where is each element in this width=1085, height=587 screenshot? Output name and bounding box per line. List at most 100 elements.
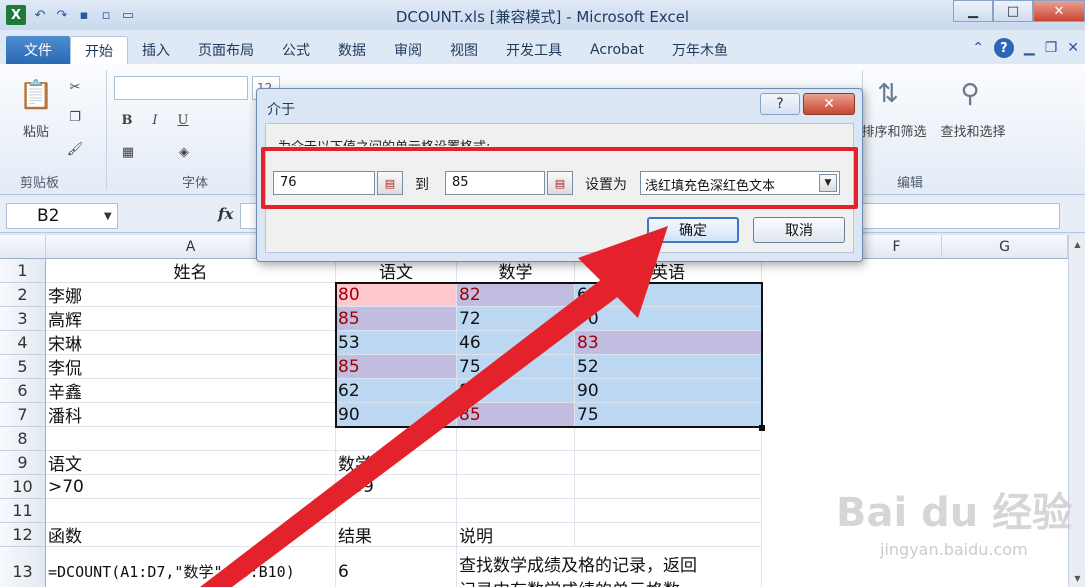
cell-c9[interactable] bbox=[457, 451, 575, 475]
cell-d4[interactable]: 83 bbox=[575, 331, 762, 355]
cell-d2[interactable]: 63 bbox=[575, 283, 762, 307]
cell-b9[interactable]: 数学 bbox=[336, 451, 457, 475]
tab-wannian-muyu[interactable]: 万年木鱼 bbox=[658, 36, 742, 64]
help-icon[interactable]: ? bbox=[993, 38, 1014, 58]
tab-insert[interactable]: 插入 bbox=[128, 36, 184, 64]
copy-icon[interactable]: ❐ bbox=[66, 108, 84, 126]
underline-button[interactable]: U bbox=[174, 110, 192, 130]
cell-a11[interactable] bbox=[46, 499, 336, 523]
cell-d3[interactable]: 70 bbox=[575, 307, 762, 331]
open-folder-icon[interactable]: ▭ bbox=[120, 7, 136, 23]
row-header[interactable]: 5 bbox=[0, 355, 46, 379]
redo-icon[interactable]: ↷ bbox=[54, 7, 70, 23]
cell-b2[interactable]: 80 bbox=[336, 283, 457, 307]
cell-a3[interactable]: 高辉 bbox=[46, 307, 336, 331]
undo-icon[interactable]: ↶ bbox=[32, 7, 48, 23]
dialog-help-button[interactable]: ? bbox=[760, 93, 800, 115]
chevron-down-icon[interactable]: ▼ bbox=[819, 174, 837, 192]
row-header[interactable]: 11 bbox=[0, 499, 46, 523]
minimize-button[interactable]: ▁ bbox=[953, 0, 993, 22]
cell-b1[interactable]: 语文 bbox=[336, 259, 457, 283]
tab-acrobat[interactable]: Acrobat bbox=[576, 36, 658, 64]
name-box-dropdown-icon[interactable]: ▼ bbox=[104, 211, 112, 222]
cell-c4[interactable]: 46 bbox=[457, 331, 575, 355]
cell-c8[interactable] bbox=[457, 427, 575, 451]
tab-review[interactable]: 审阅 bbox=[380, 36, 436, 64]
cell-d8[interactable] bbox=[575, 427, 762, 451]
cell-c7[interactable]: 85 bbox=[457, 403, 575, 427]
excel-logo-icon[interactable]: X bbox=[6, 5, 26, 25]
cell-d5[interactable]: 52 bbox=[575, 355, 762, 379]
column-header-g[interactable]: G bbox=[942, 235, 1068, 259]
to-value-input[interactable]: 85 bbox=[445, 171, 545, 195]
cell-d10[interactable] bbox=[575, 475, 762, 499]
cell-c12[interactable]: 说明 bbox=[457, 523, 575, 547]
fill-color-icon[interactable]: ◈ bbox=[174, 142, 194, 162]
cell-b8[interactable] bbox=[336, 427, 457, 451]
row-header[interactable]: 6 bbox=[0, 379, 46, 403]
cell-a10[interactable]: >70 bbox=[46, 475, 336, 499]
find-select-icon[interactable]: ⚲ bbox=[950, 76, 990, 112]
cell-a5[interactable]: 李侃 bbox=[46, 355, 336, 379]
save-icon[interactable]: ▪ bbox=[76, 7, 92, 23]
cell-c3[interactable]: 72 bbox=[457, 307, 575, 331]
cell-b13[interactable]: 6 bbox=[336, 547, 457, 587]
ribbon-close-icon[interactable]: ✕ bbox=[1067, 40, 1079, 56]
tab-data[interactable]: 数据 bbox=[324, 36, 380, 64]
tab-view[interactable]: 视图 bbox=[436, 36, 492, 64]
from-value-input[interactable]: 76 bbox=[273, 171, 375, 195]
cell-b7[interactable]: 90 bbox=[336, 403, 457, 427]
tab-developer[interactable]: 开发工具 bbox=[492, 36, 576, 64]
paste-icon[interactable]: 📋 bbox=[18, 74, 54, 114]
row-header[interactable]: 9 bbox=[0, 451, 46, 475]
sort-filter-icon[interactable]: ⇅ bbox=[868, 76, 908, 112]
cell-d11[interactable] bbox=[575, 499, 762, 523]
cell-b3[interactable]: 85 bbox=[336, 307, 457, 331]
tab-page-layout[interactable]: 页面布局 bbox=[184, 36, 268, 64]
ribbon-minimize-icon[interactable]: ▁ bbox=[1024, 40, 1035, 56]
cell-c1[interactable]: 数学 bbox=[457, 259, 575, 283]
column-header-f[interactable]: F bbox=[852, 235, 942, 259]
cell-b4[interactable]: 53 bbox=[336, 331, 457, 355]
row-header[interactable]: 10 bbox=[0, 475, 46, 499]
cell-a12[interactable]: 函数 bbox=[46, 523, 336, 547]
select-all-corner[interactable] bbox=[0, 235, 46, 259]
collapse-ribbon-icon[interactable]: ⌃ bbox=[972, 40, 984, 56]
scroll-down-icon[interactable]: ▼ bbox=[1071, 571, 1084, 585]
cell-d7[interactable]: 75 bbox=[575, 403, 762, 427]
cell-d9[interactable] bbox=[575, 451, 762, 475]
cell-a4[interactable]: 宋琳 bbox=[46, 331, 336, 355]
insert-function-icon[interactable]: fx bbox=[218, 205, 233, 223]
close-button[interactable]: ✕ bbox=[1033, 0, 1085, 22]
cell-c13[interactable]: 查找数学成绩及格的记录，返回 记录中有数学成绩的单元格数 bbox=[457, 547, 762, 587]
cell-a13[interactable]: =DCOUNT(A1:D7,"数学",B9:B10) bbox=[46, 547, 336, 587]
sort-filter-button[interactable]: 排序和筛选 bbox=[858, 120, 930, 140]
ribbon-restore-icon[interactable]: ❐ bbox=[1045, 40, 1058, 56]
row-header[interactable]: 4 bbox=[0, 331, 46, 355]
row-header[interactable]: 12 bbox=[0, 523, 46, 547]
cell-a1[interactable]: 姓名 bbox=[46, 259, 336, 283]
cell-c5[interactable]: 75 bbox=[457, 355, 575, 379]
paste-label[interactable]: 粘贴 bbox=[16, 120, 56, 140]
fill-handle[interactable] bbox=[759, 425, 765, 431]
from-range-picker-icon[interactable]: ▤ bbox=[377, 171, 403, 195]
cell-c2[interactable]: 82 bbox=[457, 283, 575, 307]
cell-c6[interactable]: 86 bbox=[457, 379, 575, 403]
cell-b5[interactable]: 85 bbox=[336, 355, 457, 379]
cell-b6[interactable]: 62 bbox=[336, 379, 457, 403]
cell-d6[interactable]: 90 bbox=[575, 379, 762, 403]
row-header[interactable]: 8 bbox=[0, 427, 46, 451]
tab-file[interactable]: 文件 bbox=[6, 36, 70, 64]
row-header[interactable]: 13 bbox=[0, 547, 46, 587]
cell-b12[interactable]: 结果 bbox=[336, 523, 457, 547]
row-header[interactable]: 3 bbox=[0, 307, 46, 331]
cell-a9[interactable]: 语文 bbox=[46, 451, 336, 475]
cell-a7[interactable]: 潘科 bbox=[46, 403, 336, 427]
cell-d12[interactable] bbox=[575, 523, 762, 547]
format-painter-icon[interactable]: 🖌 bbox=[66, 140, 84, 158]
font-name-box[interactable] bbox=[114, 76, 248, 100]
format-select[interactable]: 浅红填充色深红色文本 ▼ bbox=[640, 171, 840, 195]
find-select-button[interactable]: 查找和选择 bbox=[934, 120, 1012, 140]
cell-a2[interactable]: 李娜 bbox=[46, 283, 336, 307]
row-header[interactable]: 2 bbox=[0, 283, 46, 307]
